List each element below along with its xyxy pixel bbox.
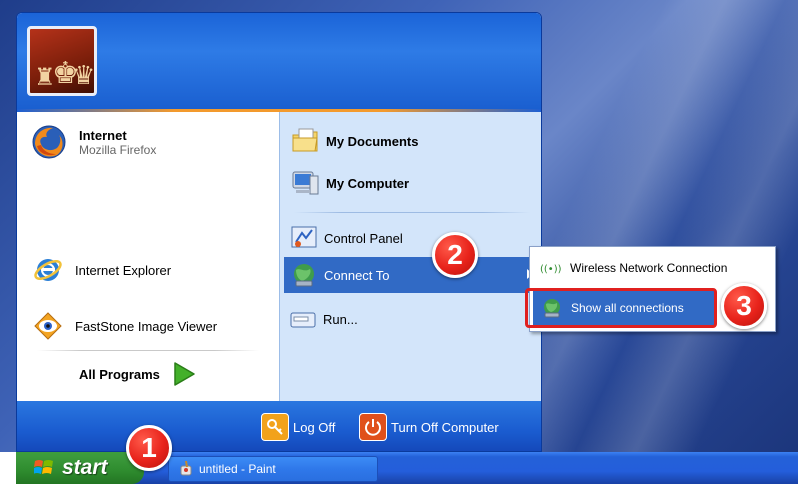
- menu-item-label: Internet: [79, 127, 127, 143]
- start-button[interactable]: start: [16, 452, 144, 484]
- callout-highlight-box: [525, 288, 717, 328]
- all-programs-label: All Programs: [79, 366, 160, 382]
- computer-icon: [290, 168, 320, 198]
- step-badge-3: 3: [721, 283, 767, 329]
- step-badge-1: 1: [126, 425, 172, 471]
- menu-item-run[interactable]: Run...: [289, 303, 358, 335]
- log-off-label: Log Off: [293, 419, 336, 435]
- firefox-icon: [31, 124, 67, 160]
- start-menu-header: ♜ ♚ ♛: [17, 13, 541, 109]
- network-globe-icon: [290, 261, 318, 289]
- taskbar-item-label: untitled - Paint: [199, 462, 276, 476]
- faststone-icon: [33, 311, 63, 341]
- control-panel-icon: [290, 224, 318, 252]
- paint-icon: [179, 460, 193, 479]
- power-icon: [359, 413, 387, 441]
- menu-item-label: My Computer: [326, 175, 410, 191]
- menu-item-label: Control Panel: [324, 230, 403, 246]
- run-icon: [289, 307, 317, 331]
- step-badge-2: 2: [432, 232, 478, 278]
- divider: [294, 212, 530, 213]
- log-off-button[interactable]: Log Off: [261, 413, 335, 441]
- divider: [37, 350, 259, 351]
- submenu-item-wireless[interactable]: ((•)) Wireless Network Connection: [540, 253, 727, 283]
- menu-item-my-documents[interactable]: My Documents: [290, 124, 418, 158]
- menu-item-control-panel[interactable]: Control Panel: [290, 222, 403, 254]
- menu-item-my-computer[interactable]: My Computer: [290, 166, 409, 200]
- internet-explorer-icon: [33, 255, 63, 285]
- start-menu-footer: Log Off Turn Off Computer: [17, 401, 541, 451]
- menu-item-connect-to[interactable]: Connect To: [284, 257, 541, 293]
- menu-item-label: FastStone Image Viewer: [75, 318, 218, 334]
- menu-item-internet-explorer[interactable]: Internet Explorer: [33, 252, 171, 288]
- menu-item-label: Connect To: [324, 267, 390, 283]
- menu-item-label: Run...: [323, 311, 358, 327]
- connect-to-row: Connect To: [290, 259, 390, 291]
- green-arrow-icon: [172, 361, 196, 387]
- start-menu: ♜ ♚ ♛ Internet Mozilla Firefox Internet …: [16, 12, 542, 452]
- user-picture[interactable]: ♜ ♚ ♛: [27, 26, 97, 96]
- turn-off-label: Turn Off Computer: [391, 419, 499, 435]
- menu-item-label: Internet Explorer: [75, 262, 172, 278]
- key-icon: [261, 413, 289, 441]
- wireless-icon: ((•)): [540, 261, 562, 275]
- turn-off-button[interactable]: Turn Off Computer: [359, 413, 499, 441]
- windows-logo-icon: [34, 458, 54, 478]
- menu-item-sublabel: Mozilla Firefox: [79, 142, 157, 157]
- menu-item-label: My Documents: [326, 133, 419, 149]
- menu-item-faststone[interactable]: FastStone Image Viewer: [33, 308, 217, 344]
- taskbar-item-paint[interactable]: untitled - Paint: [168, 456, 378, 482]
- start-label: start: [62, 456, 108, 479]
- documents-folder-icon: [290, 126, 320, 156]
- submenu-item-label: Wireless Network Connection: [570, 261, 728, 275]
- svg-text:((•)): ((•)): [540, 264, 562, 275]
- pinned-programs-panel: Internet Mozilla Firefox Internet Explor…: [17, 112, 279, 401]
- all-programs-button[interactable]: All Programs: [79, 356, 196, 392]
- menu-item-internet[interactable]: Internet Mozilla Firefox: [31, 120, 156, 164]
